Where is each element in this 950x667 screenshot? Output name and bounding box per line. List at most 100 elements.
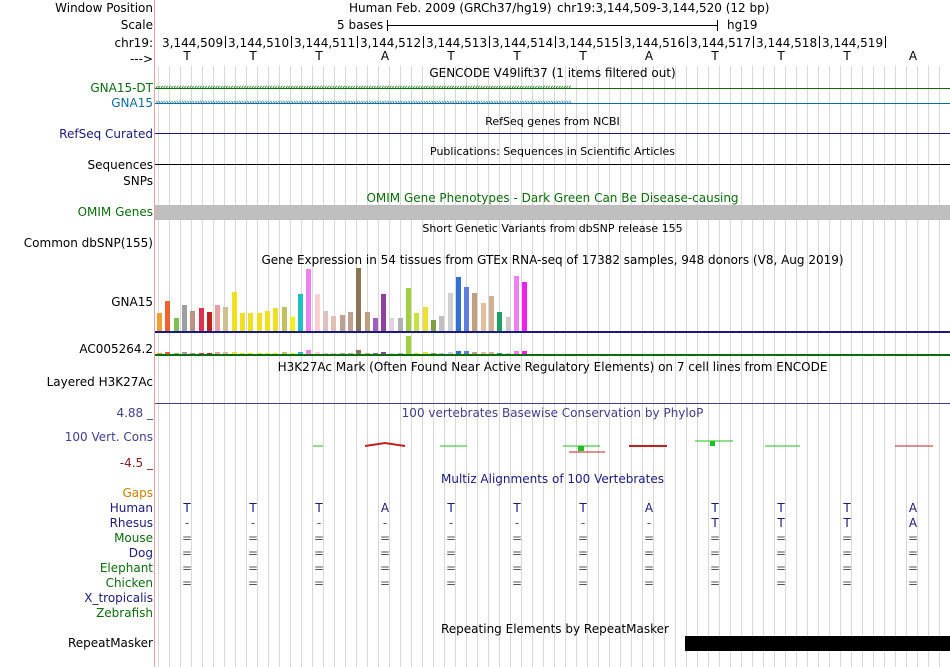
mouse-label[interactable]: Mouse [114,531,153,545]
snps-label[interactable]: SNPs [123,174,153,188]
gtex-tissue-bar[interactable] [414,313,420,331]
gtex-tissue-bar[interactable] [480,303,486,331]
refseq-line[interactable] [155,133,950,134]
gtex-tissue-bar[interactable] [314,294,320,331]
gna15-gene-label[interactable]: GNA15 [111,96,153,110]
gtex-tissue-bar[interactable] [364,312,370,331]
gtex-tissue-bar[interactable] [256,313,262,331]
gtex-gna15-label[interactable]: GNA15 [111,295,153,309]
sequences-label[interactable]: Sequences [88,158,153,172]
dbsnp-track-title[interactable]: Short Genetic Variants from dbSNP releas… [155,222,950,235]
multiz-track-title[interactable]: Multiz Alignments of 100 Vertebrates [155,472,950,486]
refseq-label[interactable]: RefSeq Curated [59,127,153,141]
human-alignment-base: T [183,501,191,515]
ruler-tick [423,36,424,48]
ruler-tick-label: 3,144,510 [228,36,290,50]
gtex-tissue-bar[interactable] [240,313,245,331]
omim-label[interactable]: OMIM Genes [78,205,153,219]
gtex-tissue-bar[interactable] [489,296,494,331]
gtex-tissue-bar[interactable] [273,308,279,331]
gtex-tissue-bar[interactable] [248,313,254,331]
omim-track-title[interactable]: OMIM Gene Phenotypes - Dark Green Can Be… [155,191,950,205]
gtex-tissue-bar[interactable] [464,287,470,331]
gna15-dt-label[interactable]: GNA15-DT [90,81,153,95]
gtex-tissue-bar[interactable] [173,318,179,331]
rhesus-alignment-base: - [316,516,322,530]
gtex-tissue-bar[interactable] [306,269,312,331]
human-label[interactable]: Human [110,501,153,515]
rhesus-label[interactable]: Rhesus [110,516,153,530]
gtex-tissue-bar[interactable] [522,282,528,331]
gtex-tissue-bar[interactable] [406,288,411,331]
gtex-track-title[interactable]: Gene Expression in 54 tissues from GTEx … [155,253,950,267]
gtex-tissue-bar[interactable] [289,317,295,331]
gtex-tissue-bar[interactable] [447,293,453,331]
gtex-tissue-bar[interactable] [215,305,221,331]
gtex-tissue-bar[interactable] [505,317,511,331]
phylop-label[interactable]: 100 Vert. Cons [65,430,153,444]
gaps-label[interactable]: Gaps [122,486,153,500]
phylop-graph[interactable] [155,436,950,456]
position-text[interactable]: chr19:3,144,509-3,144,520 (12 bp) [557,1,769,15]
gtex-tissue-bar[interactable] [264,311,270,331]
refseq-track-title[interactable]: RefSeq genes from NCBI [155,115,950,128]
gtex-tissue-bar[interactable] [513,276,519,331]
gtex-tissue-bar[interactable] [347,312,353,331]
gtex-tissue-bar[interactable] [157,313,162,331]
human-alignment-base: A [908,501,918,515]
h3k27ac-track-title[interactable]: H3K27Ac Mark (Often Found Near Active Re… [155,360,950,374]
gtex-tissue-bar[interactable] [298,294,304,331]
gencode-track-title[interactable]: GENCODE V49lift37 (1 items filtered out) [155,66,950,80]
xtropicalis-label[interactable]: X_tropicalis [84,591,153,605]
chr-label: chr19: [114,36,153,50]
dog-alignment-base: = [907,546,919,560]
dog-alignment-base: = [247,546,259,560]
mouse-alignment-base: = [709,531,721,545]
gtex-tissue-bar[interactable] [356,268,362,331]
gtex-tissue-bar[interactable] [190,311,196,331]
gtex-tissue-bar[interactable] [206,312,212,331]
gtex-tissue-bar[interactable] [339,315,345,331]
gtex-tissue-bar[interactable] [422,307,428,331]
gtex-tissue-bar[interactable] [406,336,411,354]
omim-bar[interactable] [155,205,950,220]
gtex-tissue-bar[interactable] [455,277,461,331]
gtex-tissue-bar[interactable] [439,316,445,331]
phylop-track-title[interactable]: 100 vertebrates Basewise Conservation by… [155,406,950,420]
gtex-tissue-bar[interactable] [223,307,229,331]
gtex-tissue-bar[interactable] [372,318,378,331]
gtex-ac-bars[interactable] [157,336,537,354]
repeatmasker-label[interactable]: RepeatMasker [68,636,153,650]
gna15-gene[interactable]: ››››››››››››››››››››››››››››››››››››››››… [155,99,950,108]
gtex-tissue-bar[interactable] [381,294,387,331]
gtex-tissue-bar[interactable] [497,312,503,331]
gna15-dt-gene[interactable]: ‹‹‹‹‹‹‹‹‹‹‹‹‹‹‹‹‹‹‹‹‹‹‹‹‹‹‹‹‹‹‹‹‹‹‹‹‹‹‹‹… [155,84,950,93]
publications-track-title[interactable]: Publications: Sequences in Scientific Ar… [155,145,950,158]
gtex-tissue-bar[interactable] [165,301,171,331]
dog-label[interactable]: Dog [129,546,153,560]
gtex-tissue-bar[interactable] [389,318,395,331]
repeat-element-block[interactable] [685,636,950,651]
chicken-label[interactable]: Chicken [106,576,153,590]
human-alignment-base: T [513,501,521,515]
gtex-tissue-bar[interactable] [198,308,204,331]
gtex-tissue-bar[interactable] [397,318,403,331]
h3k27ac-label[interactable]: Layered H3K27Ac [47,375,153,389]
human-alignment-base: T [777,501,785,515]
chicken-alignment-base: = [181,576,193,590]
gtex-tissue-bar[interactable] [323,311,328,331]
gtex-tissue-bar[interactable] [281,307,287,331]
gtex-ac-label[interactable]: AC005264.2 [79,342,153,356]
elephant-label[interactable]: Elephant [100,561,153,575]
repeatmasker-track-title[interactable]: Repeating Elements by RepeatMasker [441,622,669,636]
zebrafish-label[interactable]: Zebrafish [96,606,153,620]
gtex-gna15-bars[interactable] [157,268,537,331]
ruler-tick-label: 3,144,511 [294,36,356,50]
gtex-tissue-bar[interactable] [331,316,337,331]
sequences-line[interactable] [155,164,950,165]
gtex-tissue-bar[interactable] [430,320,436,331]
gtex-tissue-bar[interactable] [472,293,478,331]
common-dbsnp-label[interactable]: Common dbSNP(155) [24,236,153,250]
gtex-tissue-bar[interactable] [181,305,187,331]
gtex-tissue-bar[interactable] [231,292,237,331]
